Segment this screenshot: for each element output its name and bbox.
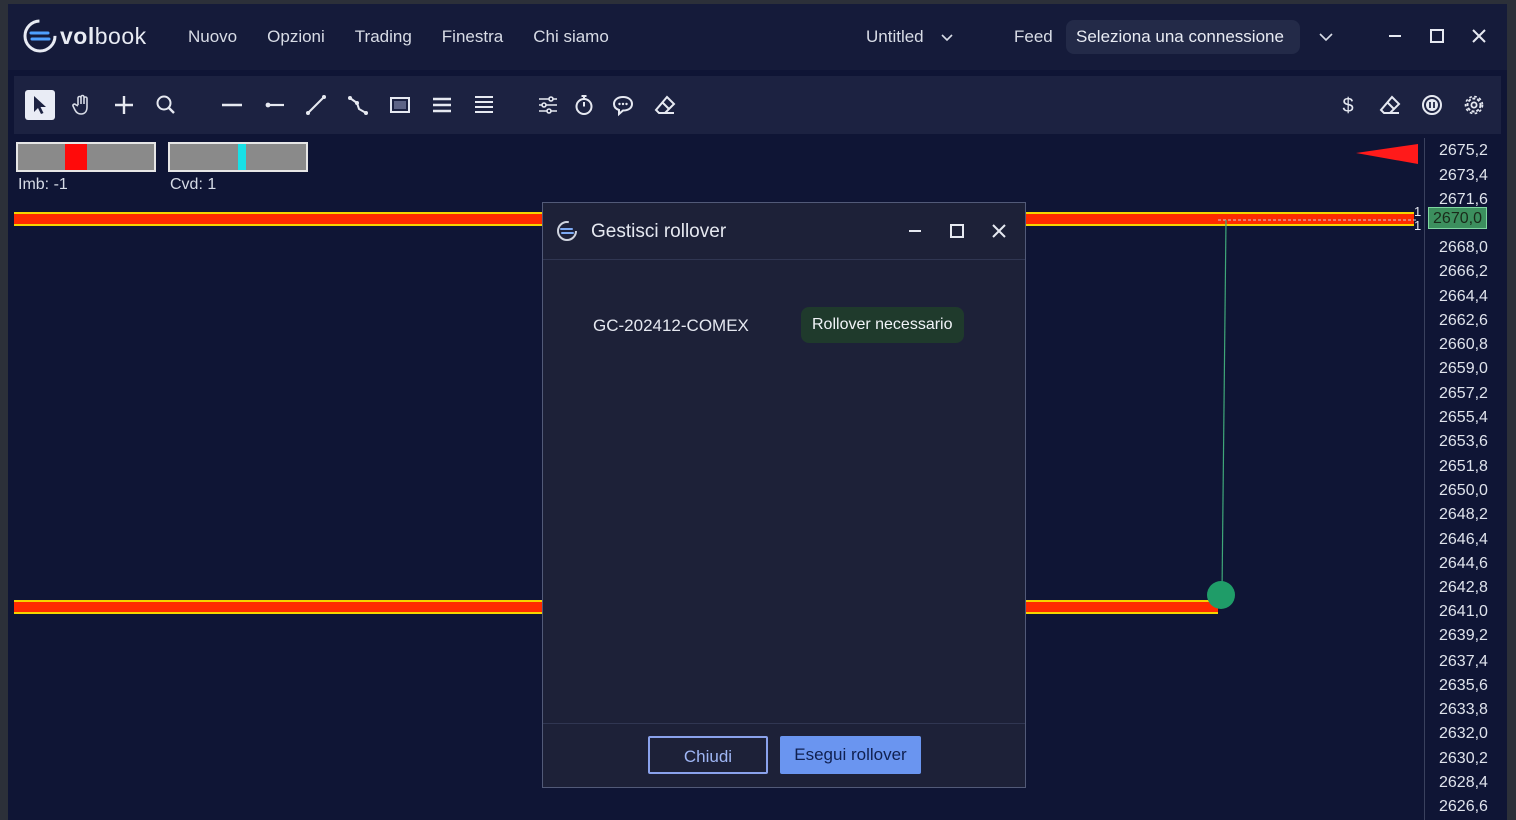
maximize-icon[interactable]: [1427, 26, 1447, 46]
trend-line-icon[interactable]: [301, 90, 331, 120]
settings-icon[interactable]: [1459, 90, 1489, 120]
menu-item-finestra[interactable]: Finestra: [442, 27, 503, 47]
status-badge: Rollover necessario: [801, 307, 964, 343]
app-logo: volbook: [22, 18, 147, 54]
price-tick: 2641,0: [1439, 603, 1488, 620]
logo-icon: [23, 19, 57, 53]
price-tick: 2659,0: [1439, 360, 1488, 377]
lines-icon[interactable]: [427, 90, 457, 120]
svg-text:$: $: [1342, 95, 1353, 117]
order-qty-top: 1: [1414, 204, 1421, 219]
menu-item-opzioni[interactable]: Opzioni: [267, 27, 325, 47]
price-tick: 2626,6: [1439, 798, 1488, 815]
timer-icon[interactable]: [569, 90, 599, 120]
logo-text-light: book: [94, 22, 147, 49]
connection-select[interactable]: Seleziona una connessione: [1066, 20, 1300, 54]
multi-lines-icon[interactable]: [469, 90, 499, 120]
price-tick: 2642,8: [1439, 579, 1488, 596]
price-tick: 2633,8: [1439, 701, 1488, 718]
order-connector-line: [1221, 219, 1227, 594]
eraser-icon[interactable]: [1375, 90, 1405, 120]
logo-text-bold: vol: [60, 22, 95, 49]
contract-row: GC-202412-COMEX Rollover necessario: [593, 307, 993, 343]
ray-icon[interactable]: [259, 90, 289, 120]
rectangle-icon[interactable]: [385, 90, 415, 120]
feed-label: Feed: [1014, 27, 1053, 46]
horizontal-line-icon[interactable]: [217, 90, 247, 120]
minimize-icon[interactable]: [905, 221, 925, 241]
document-name: Untitled: [866, 27, 924, 46]
maximize-icon[interactable]: [947, 221, 967, 241]
menu-item-trading[interactable]: Trading: [355, 27, 412, 47]
close-icon[interactable]: [1469, 26, 1489, 46]
zoom-icon[interactable]: [151, 90, 181, 120]
price-axis[interactable]: 2675,2 2673,4 2671,6 2668,0 2666,2 2664,4 2662…: [1424, 138, 1507, 820]
close-icon[interactable]: [989, 221, 1009, 241]
price-tick: 2644,6: [1439, 555, 1488, 572]
price-tick: 2675,2: [1439, 142, 1488, 159]
eraser-icon[interactable]: [650, 90, 680, 120]
execute-rollover-button[interactable]: Esegui rollover: [780, 736, 921, 774]
path-icon[interactable]: [343, 90, 373, 120]
price-tick: 2650,0: [1439, 482, 1488, 499]
order-marker[interactable]: [1207, 581, 1235, 609]
close-button[interactable]: Chiudi: [648, 736, 768, 774]
price-tick: 2673,4: [1439, 167, 1488, 184]
dollar-icon[interactable]: $: [1333, 90, 1363, 120]
price-tick: 2628,4: [1439, 774, 1488, 791]
price-tick: 2653,6: [1439, 433, 1488, 450]
hand-icon[interactable]: [67, 90, 97, 120]
dialog-header: Gestisci rollover: [543, 203, 1025, 260]
crosshair-icon[interactable]: [109, 90, 139, 120]
logo-icon: [557, 221, 577, 241]
document-selector[interactable]: Untitled: [866, 27, 954, 47]
price-tick: 2662,6: [1439, 312, 1488, 329]
price-tick: 2630,2: [1439, 750, 1488, 767]
volume-wedge: [1356, 144, 1418, 164]
current-price-tag: 2670,0: [1428, 207, 1487, 229]
menu-item-nuovo[interactable]: Nuovo: [188, 27, 237, 47]
price-tick: 2632,0: [1439, 725, 1488, 742]
main-menu: Nuovo Opzioni Trading Finestra Chi siamo: [188, 27, 639, 47]
price-tick: 2655,4: [1439, 409, 1488, 426]
comment-icon[interactable]: [608, 90, 638, 120]
price-tick: 2666,2: [1439, 263, 1488, 280]
price-tick: 2668,0: [1439, 239, 1488, 256]
dialog-footer: Chiudi Esegui rollover: [543, 723, 1025, 788]
price-tick: 2660,8: [1439, 336, 1488, 353]
price-tick: 2635,6: [1439, 677, 1488, 694]
order-qty-bottom: 1: [1414, 218, 1421, 233]
drawing-toolbar: $: [14, 76, 1501, 134]
price-tick: 2657,2: [1439, 385, 1488, 402]
minimize-icon[interactable]: [1385, 26, 1405, 46]
price-tick: 2664,4: [1439, 288, 1488, 305]
pointer-icon[interactable]: [25, 90, 55, 120]
title-bar: volbook Nuovo Opzioni Trading Finestra C…: [8, 4, 1507, 70]
rollover-dialog: Gestisci rollover GC-202412-COMEX Rollov…: [542, 202, 1026, 788]
pause-icon[interactable]: [1417, 90, 1447, 120]
price-tick: 2637,4: [1439, 653, 1488, 670]
chevron-down-icon[interactable]: [1318, 30, 1334, 44]
price-tick: 2646,4: [1439, 531, 1488, 548]
price-tick: 2639,2: [1439, 627, 1488, 644]
dialog-title: Gestisci rollover: [591, 221, 727, 242]
price-tick: 2648,2: [1439, 506, 1488, 523]
menu-item-chi-siamo[interactable]: Chi siamo: [533, 27, 609, 47]
app-window: volbook Nuovo Opzioni Trading Finestra C…: [8, 4, 1507, 820]
contract-name: GC-202412-COMEX: [593, 316, 749, 335]
price-tick: 2651,8: [1439, 458, 1488, 475]
chevron-down-icon: [941, 34, 953, 42]
sliders-icon[interactable]: [533, 90, 563, 120]
